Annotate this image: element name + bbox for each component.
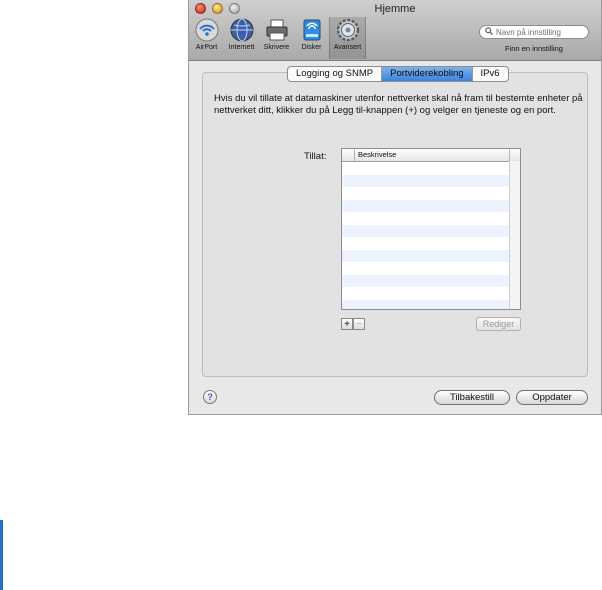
airport-utility-window: Hjemme AirPort Internett Skrivere Disker… (188, 0, 602, 415)
list-rows (342, 162, 520, 309)
description-text: Hvis du vil tillate at datamaskiner uten… (214, 93, 583, 116)
gear-icon (335, 17, 361, 43)
window-toolbar: Hjemme AirPort Internett Skrivere Disker… (189, 0, 601, 61)
reset-button[interactable]: Tilbakestill (434, 390, 510, 405)
toolbar-item-internet[interactable]: Internett (224, 17, 259, 59)
allow-label: Tillat: (304, 151, 327, 162)
window-title: Hjemme (374, 3, 416, 15)
list-item[interactable] (342, 237, 520, 250)
list-item[interactable] (342, 274, 520, 287)
list-item[interactable] (342, 287, 520, 300)
update-button[interactable]: Oppdater (516, 390, 588, 405)
toolbar-label-airport: AirPort (195, 44, 218, 51)
list-header-corner (510, 149, 520, 161)
remove-button[interactable]: − (353, 318, 365, 330)
toolbar-label-internet: Internett (228, 44, 255, 51)
help-button[interactable]: ? (203, 390, 217, 404)
list-item[interactable] (342, 224, 520, 237)
tab-logging-snmp[interactable]: Logging og SNMP (288, 67, 383, 81)
tab-port-forwarding[interactable]: Portviderekobling (382, 67, 473, 81)
toolbar-item-printers[interactable]: Skrivere (259, 17, 294, 59)
list-header: Beskrivelse (342, 149, 520, 162)
toolbar-item-airport[interactable]: AirPort (189, 17, 224, 59)
add-remove-buttons: + − (341, 318, 365, 330)
list-scrollbar[interactable] (509, 161, 520, 309)
magnifier-icon (485, 27, 493, 37)
search-placeholder: Navn på innstilling (496, 27, 561, 37)
add-button[interactable]: + (341, 318, 353, 330)
toolbar-label-advanced: Avansert (333, 44, 362, 51)
tab-ipv6[interactable]: IPv6 (473, 67, 508, 81)
toolbar-item-advanced[interactable]: Avansert (329, 17, 366, 59)
column-header-description[interactable]: Beskrivelse (355, 149, 510, 161)
internet-globe-icon (229, 17, 255, 43)
list-item[interactable] (342, 299, 520, 309)
toolbar-label-printers: Skrivere (263, 44, 290, 51)
list-item[interactable] (342, 187, 520, 200)
airport-icon (194, 17, 220, 43)
settings-search-field[interactable]: Navn på innstilling (479, 25, 589, 39)
edit-button[interactable]: Rediger (476, 317, 521, 331)
left-margin-rule (0, 520, 3, 590)
list-item[interactable] (342, 212, 520, 225)
tab-bar: Logging og SNMP Portviderekobling IPv6 (287, 66, 509, 82)
list-header-spacer (342, 149, 355, 161)
toolbar-item-disks[interactable]: Disker (294, 17, 329, 59)
toolbar-label-disks: Disker (301, 44, 322, 51)
list-item[interactable] (342, 262, 520, 275)
search-caption: Finn en innstilling (505, 44, 563, 53)
printer-icon (264, 17, 290, 43)
list-item[interactable] (342, 249, 520, 262)
list-item[interactable] (342, 199, 520, 212)
toolbar-items: AirPort Internett Skrivere Disker Avanse… (189, 17, 366, 59)
disk-icon (299, 17, 325, 43)
list-item[interactable] (342, 162, 520, 175)
port-forwarding-list[interactable]: Beskrivelse (341, 148, 521, 310)
list-item[interactable] (342, 174, 520, 187)
